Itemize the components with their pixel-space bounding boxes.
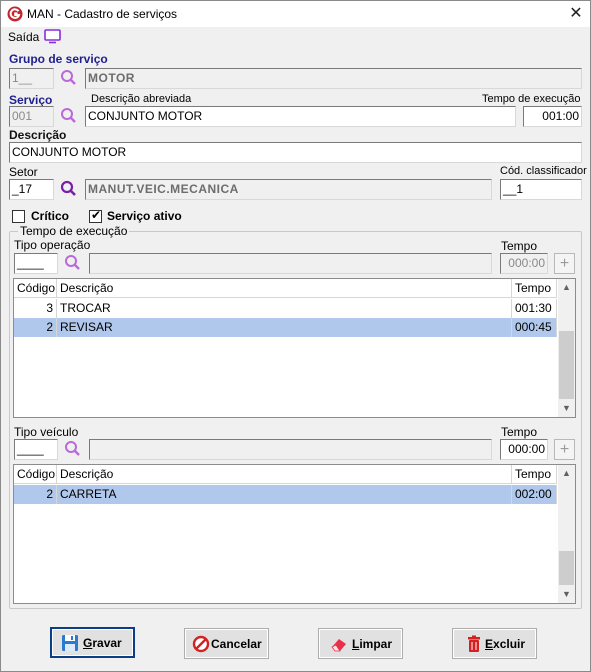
delete-button-label: Excluir [485,637,526,651]
save-button-label: Gravar [83,636,122,650]
grupo-label: Grupo de serviço [9,52,108,66]
cell-descricao: CARRETA [57,485,512,504]
vertical-scrollbar[interactable]: ▲ ▼ [558,465,575,603]
cancel-button[interactable]: Cancelar [184,628,269,659]
search-icon[interactable] [63,439,83,459]
cancel-icon [192,635,210,653]
ativo-checkbox[interactable]: ✔ [89,208,102,223]
grid-header: Código Descrição Tempo [14,279,557,298]
setor-label: Setor [9,165,38,179]
col-header-descricao[interactable]: Descrição [57,279,512,298]
app-logo-icon [7,6,23,22]
descricao-label: Descrição [9,128,67,142]
vertical-scrollbar[interactable]: ▲ ▼ [558,279,575,417]
monitor-icon[interactable] [44,29,61,44]
operations-grid[interactable]: Código Descrição Tempo 3 TROCAR 001:30 2… [13,278,576,418]
scroll-down-icon[interactable]: ▼ [558,400,575,417]
exec-time-label: Tempo de execução [482,93,581,105]
ativo-label: Serviço ativo [107,209,182,223]
tempo2-field[interactable]: 000:00 [500,439,548,460]
short-desc-label: Descrição abreviada [91,93,192,105]
col-header-descricao[interactable]: Descrição [57,465,512,484]
table-row-selected[interactable]: 2 CARRETA 002:00 [14,485,557,504]
cancel-button-label: Cancelar [211,637,262,651]
tipo-operacao-code-field[interactable]: ____ [14,253,58,274]
tipo-veiculo-code-field[interactable]: ____ [14,439,58,460]
critico-label: Crítico [31,209,70,223]
col-header-codigo[interactable]: Código [14,279,57,298]
short-desc-field[interactable]: CONJUNTO MOTOR [85,106,516,127]
col-header-tempo[interactable]: Tempo [512,279,557,298]
cell-descricao: REVISAR [57,318,512,337]
vehicles-grid[interactable]: Código Descrição Tempo 2 CARRETA 002:00 … [13,464,576,604]
search-icon[interactable] [63,253,83,273]
critico-checkbox[interactable] [12,210,25,223]
clear-button-label: Limpar [352,637,393,651]
tempo-field[interactable]: 000:00 [500,253,548,274]
add-operation-button[interactable]: + [554,253,575,274]
scroll-up-icon[interactable]: ▲ [558,279,575,296]
tempo-label: Tempo [501,239,538,253]
close-icon[interactable]: ✕ [567,5,585,23]
delete-button[interactable]: Excluir [452,628,537,659]
search-icon[interactable] [59,68,79,88]
add-vehicle-button[interactable]: + [554,439,575,460]
check-icon: ✔ [91,208,102,222]
setor-name-field: MANUT.VEIC.MECANICA [85,179,492,200]
setor-code-field[interactable]: _17 [9,179,54,200]
tipo-veiculo-label: Tipo veículo [14,425,79,439]
cell-codigo: 2 [14,485,57,504]
exit-menu-label: Saída [8,30,40,44]
tipo-operacao-label: Tipo operação [14,238,91,252]
grupo-code-field[interactable]: 1__ [9,68,54,89]
scroll-thumb[interactable] [559,551,574,585]
grid-header: Código Descrição Tempo [14,465,557,484]
descricao-field[interactable]: CONJUNTO MOTOR [9,142,582,163]
cell-descricao: TROCAR [57,299,512,318]
table-row[interactable]: 3 TROCAR 001:30 [14,299,557,318]
exec-time-group-title: Tempo de execução [18,224,130,238]
exit-menu-item[interactable]: Saída [8,30,39,44]
cell-tempo: 001:30 [512,299,557,318]
scroll-up-icon[interactable]: ▲ [558,465,575,482]
servico-code-field[interactable]: 001 [9,106,54,127]
exec-time-field[interactable]: 001:00 [523,106,582,127]
tipo-operacao-desc-field [89,253,492,274]
cell-codigo: 3 [14,299,57,318]
scroll-down-icon[interactable]: ▼ [558,586,575,603]
cell-codigo: 2 [14,318,57,337]
classifier-field[interactable]: __1 [500,179,582,200]
classifier-label: Cód. classificador [500,165,587,177]
save-button[interactable]: Gravar [50,627,135,658]
tempo2-label: Tempo [501,425,538,439]
cell-tempo: 000:45 [512,318,557,337]
window-title: MAN - Cadastro de serviços [27,7,178,21]
servico-label: Serviço [9,93,53,107]
clear-button[interactable]: Limpar [318,628,403,659]
grupo-name-field: MOTOR [85,68,582,89]
scroll-thumb[interactable] [559,331,574,399]
tipo-veiculo-desc-field [89,439,492,460]
col-header-tempo[interactable]: Tempo [512,465,557,484]
eraser-icon [331,639,346,652]
floppy-disk-icon [62,635,78,651]
trash-icon [468,635,480,652]
table-row-selected[interactable]: 2 REVISAR 000:45 [14,318,557,337]
title-bar[interactable]: MAN - Cadastro de serviços ✕ [1,1,590,27]
col-header-codigo[interactable]: Código [14,465,57,484]
cell-tempo: 002:00 [512,485,557,504]
search-icon[interactable] [59,106,79,126]
search-icon[interactable] [59,179,79,199]
